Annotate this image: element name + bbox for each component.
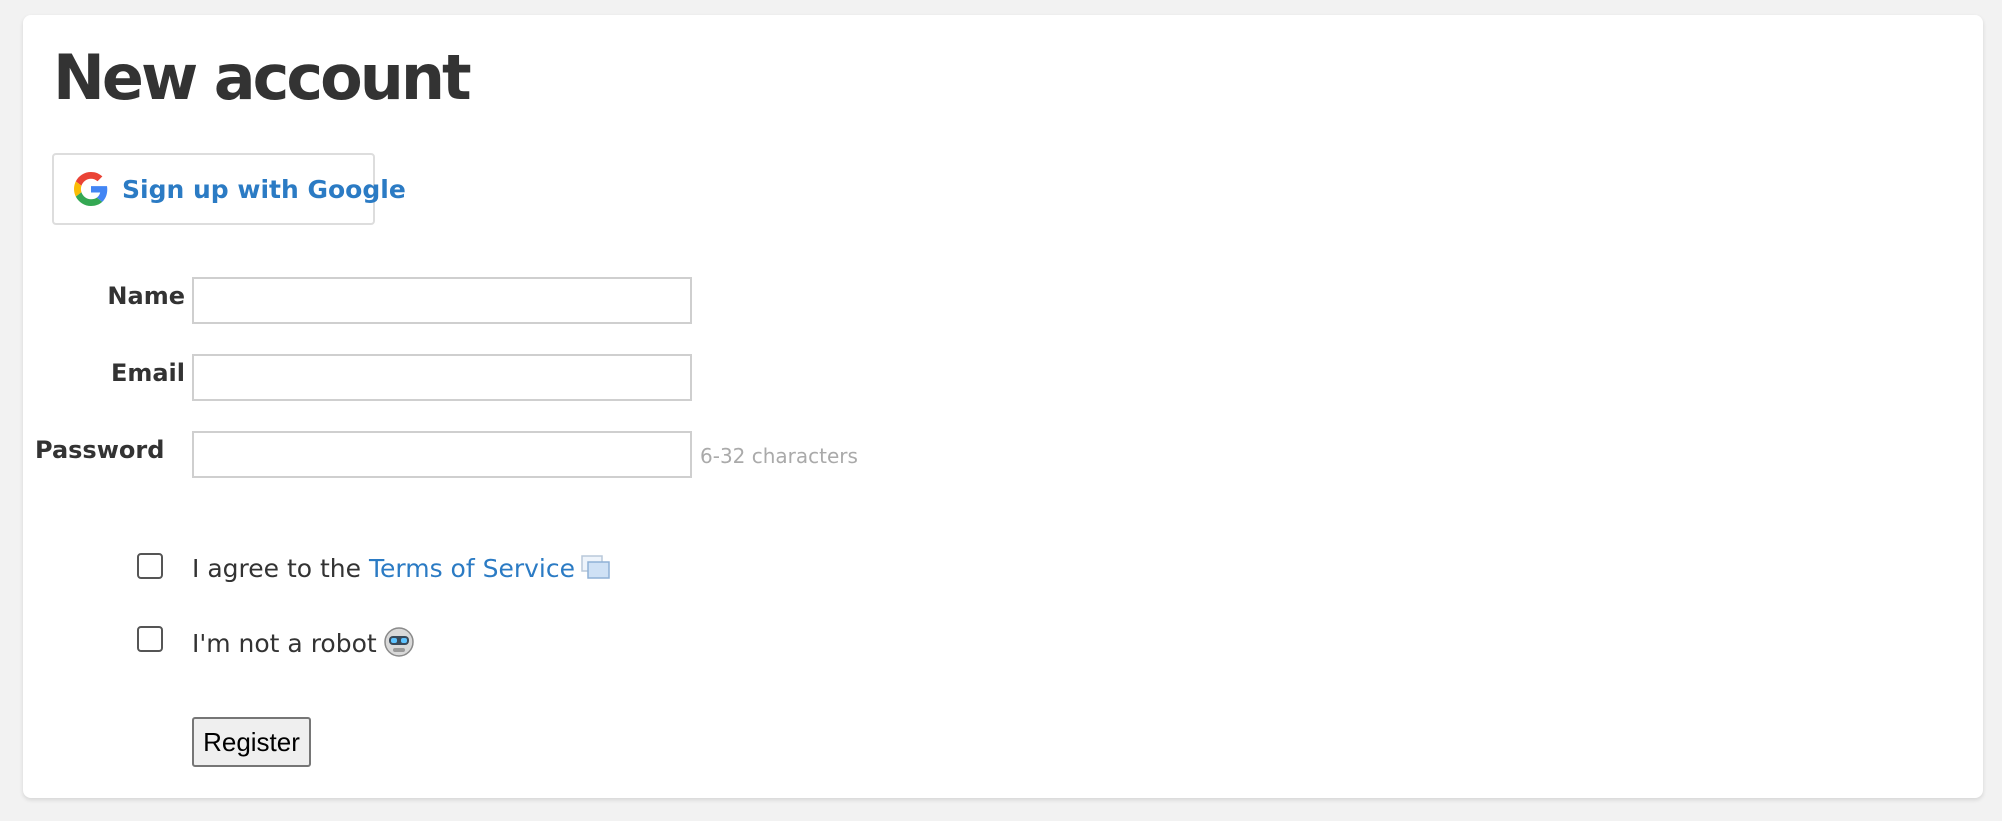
name-input[interactable] — [192, 277, 692, 324]
terms-text: I agree to the Terms of Service — [192, 553, 611, 585]
terms-of-service-link[interactable]: Terms of Service — [369, 554, 575, 583]
name-label: Name — [107, 282, 185, 310]
robot-text: I'm not a robot — [192, 626, 415, 660]
external-link-icon — [581, 555, 610, 579]
robot-label: I'm not a robot — [192, 629, 377, 658]
robot-checkbox[interactable] — [137, 626, 163, 652]
password-label: Password — [35, 436, 165, 464]
google-signup-button[interactable]: Sign up with Google — [52, 153, 406, 225]
email-label: Email — [110, 359, 185, 387]
terms-prefix: I agree to the — [192, 554, 369, 583]
register-button[interactable]: Register — [192, 717, 311, 767]
email-input[interactable] — [192, 354, 692, 401]
password-hint: 6-32 characters — [700, 444, 858, 468]
terms-checkbox[interactable] — [137, 553, 163, 579]
google-g-icon — [74, 172, 108, 206]
registration-card: New account Sign up with Google Name Ema… — [23, 15, 1983, 798]
password-input[interactable] — [192, 431, 692, 478]
robot-icon — [383, 627, 414, 657]
google-signup-label: Sign up with Google — [122, 175, 406, 204]
page-title: New account — [53, 41, 472, 114]
